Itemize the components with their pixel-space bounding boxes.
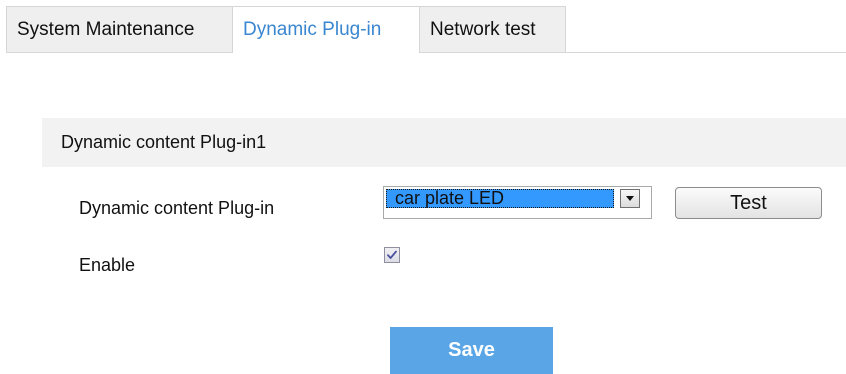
enable-label: Enable bbox=[79, 255, 136, 275]
enable-checkbox[interactable] bbox=[384, 247, 400, 263]
plugin-select-value: car plate LED bbox=[386, 189, 614, 208]
section-header: Dynamic content Plug-in1 bbox=[42, 118, 846, 167]
plugin-select[interactable]: car plate LED bbox=[383, 186, 652, 219]
plugin-label: Dynamic content Plug-in bbox=[79, 198, 275, 218]
tab-network-test[interactable]: Network test bbox=[419, 6, 566, 53]
tab-system-maintenance[interactable]: System Maintenance bbox=[6, 6, 233, 53]
test-button[interactable]: Test bbox=[675, 187, 822, 219]
chevron-down-icon[interactable] bbox=[620, 189, 640, 208]
checkmark-icon bbox=[387, 250, 397, 259]
tab-dynamic-plugin[interactable]: Dynamic Plug-in bbox=[233, 6, 419, 53]
save-button[interactable]: Save bbox=[390, 327, 553, 374]
tab-bar: System Maintenance Dynamic Plug-in Netwo… bbox=[0, 0, 846, 53]
